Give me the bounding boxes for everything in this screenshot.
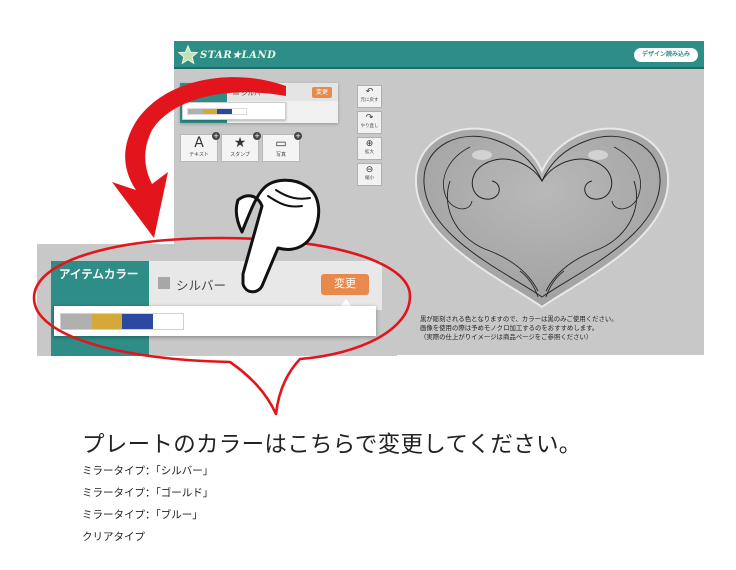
selected-color-label: シルバー [241, 89, 267, 97]
color-option-gold[interactable] [91, 314, 122, 329]
undo-icon: ↶ [365, 87, 374, 97]
zoom-in-button[interactable]: ⊕ 拡大 [357, 137, 382, 160]
text-tool-button[interactable]: A テキスト + [180, 132, 220, 162]
color-option-silver[interactable] [61, 314, 92, 329]
item-color-panel: アイテムカラー シルバー 変更 [180, 83, 338, 123]
design-load-button[interactable]: デザイン読み込み [633, 48, 698, 62]
redo-button[interactable]: ↷ やり直し [357, 111, 382, 134]
photo-tool-button[interactable]: ▭ 写真 + [262, 132, 302, 162]
heart-plate-preview[interactable] [410, 121, 674, 311]
top-bar: STAR★LAND デザイン読み込み [174, 41, 704, 69]
color-option-blue[interactable] [122, 314, 153, 329]
type-clear: クリアタイプ [82, 531, 145, 543]
plus-icon: + [253, 132, 261, 140]
zoomed-color-palette [60, 313, 184, 330]
type-blue: ミラータイプ：「ブルー」 [82, 509, 203, 521]
engraving-notes: 黒が彫刻される色となりますので、カラーは黒のみご使用ください。 画像を使用の際は… [420, 315, 700, 342]
color-palette [187, 108, 247, 115]
zoomed-change-color-button[interactable]: 変更 [321, 274, 369, 295]
zoomed-selected-color-swatch [158, 277, 170, 289]
zoomed-item-color-panel: アイテムカラー シルバー 変更 [37, 244, 397, 356]
star-logo-icon [178, 45, 198, 65]
zoom-out-icon: ⊖ [365, 165, 374, 175]
note-line: （実際の仕上がりイメージは商品ページをご参照ください） [420, 333, 593, 341]
color-option-gold[interactable] [202, 109, 217, 114]
color-option-clear[interactable] [152, 314, 183, 329]
selected-color-swatch [233, 89, 239, 95]
plus-icon: + [212, 132, 220, 140]
note-line: 画像を使用の際は予めモノクロ加工するのをおすすめします。 [420, 324, 599, 332]
undo-label: 元に戻す [360, 98, 379, 103]
logo-text: STAR★LAND [200, 49, 277, 61]
color-option-silver[interactable] [188, 109, 203, 114]
color-dropdown [182, 102, 286, 120]
redo-label: やり直し [360, 124, 379, 129]
zoom-out-label: 縮小 [365, 176, 374, 181]
redo-icon: ↷ [365, 113, 374, 123]
color-option-blue[interactable] [217, 109, 232, 114]
zoom-out-button[interactable]: ⊖ 縮小 [357, 163, 382, 186]
undo-button[interactable]: ↶ 元に戻す [357, 85, 382, 108]
note-line: 黒が彫刻される色となりますので、カラーは黒のみご使用ください。 [420, 315, 618, 323]
photo-tool-label: 写真 [275, 152, 286, 158]
stamp-tool-label: スタンプ [230, 152, 250, 158]
plus-icon: + [294, 132, 302, 140]
zoomed-selected-color-label: シルバー [176, 278, 227, 293]
starland-logo: STAR★LAND [178, 44, 276, 66]
instruction-headline: プレートのカラーはこちらで変更してください。 [82, 432, 582, 458]
color-option-clear[interactable] [231, 109, 246, 114]
type-gold: ミラータイプ：「ゴールド」 [82, 487, 214, 499]
type-silver: ミラータイプ：「シルバー」 [82, 465, 214, 477]
change-color-button[interactable]: 変更 [312, 87, 332, 98]
zoom-in-icon: ⊕ [365, 139, 374, 149]
zoomed-color-dropdown [54, 306, 376, 336]
item-color-header: シルバー 変更 [227, 83, 338, 101]
zoom-in-label: 拡大 [365, 150, 374, 155]
text-tool-label: テキスト [189, 152, 209, 158]
stamp-tool-button[interactable]: ★ スタンプ + [221, 132, 261, 162]
